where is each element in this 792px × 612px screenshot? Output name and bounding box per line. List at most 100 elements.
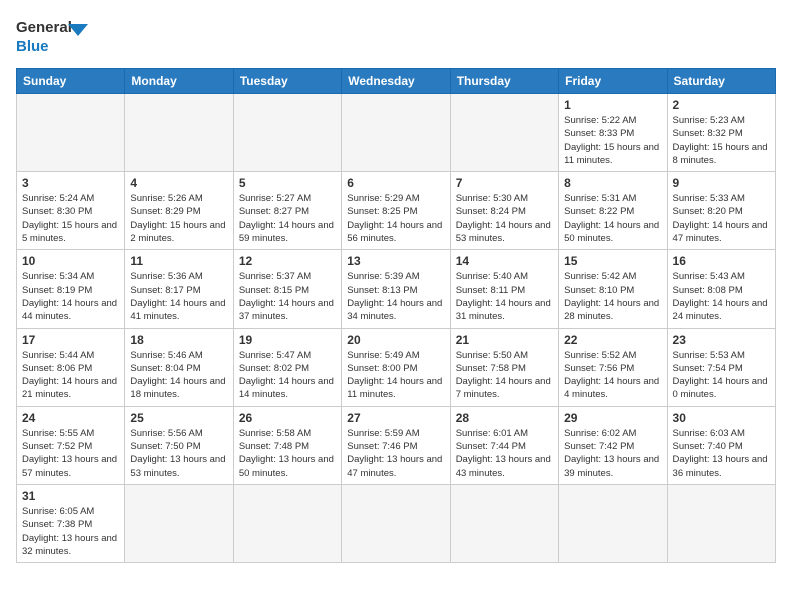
calendar-cell: 9 Sunrise: 5:33 AM Sunset: 8:20 PM Daylig… xyxy=(667,172,775,250)
day-info: Sunrise: 5:23 AM Sunset: 8:32 PM Dayligh… xyxy=(673,114,770,167)
calendar-cell: 29 Sunrise: 6:02 AM Sunset: 7:42 PM Dayli… xyxy=(559,406,667,484)
svg-text:Blue: Blue xyxy=(16,38,49,55)
calendar-cell xyxy=(342,94,450,172)
weekday-header: Friday xyxy=(559,69,667,94)
calendar-cell xyxy=(233,484,341,562)
day-number: 22 xyxy=(564,333,661,347)
day-number: 30 xyxy=(673,411,770,425)
logo: General Blue xyxy=(16,16,96,56)
calendar-cell: 2 Sunrise: 5:23 AM Sunset: 8:32 PM Daylig… xyxy=(667,94,775,172)
day-number: 10 xyxy=(22,254,119,268)
day-number: 3 xyxy=(22,176,119,190)
calendar-cell xyxy=(559,484,667,562)
calendar-cell: 6 Sunrise: 5:29 AM Sunset: 8:25 PM Daylig… xyxy=(342,172,450,250)
weekday-header: Tuesday xyxy=(233,69,341,94)
calendar-cell: 19Sunrise: 5:47 AM Sunset: 8:02 PM Dayli… xyxy=(233,328,341,406)
calendar-week-row: 10Sunrise: 5:34 AM Sunset: 8:19 PM Dayli… xyxy=(17,250,776,328)
calendar-cell xyxy=(233,94,341,172)
calendar-cell: 25Sunrise: 5:56 AM Sunset: 7:50 PM Dayli… xyxy=(125,406,233,484)
day-number: 5 xyxy=(239,176,336,190)
calendar-cell: 14 Sunrise: 5:40 AM Sunset: 8:11 PM Dayli… xyxy=(450,250,558,328)
day-info: Sunrise: 5:59 AM Sunset: 7:46 PM Dayligh… xyxy=(347,427,444,480)
day-info: Sunrise: 5:30 AM Sunset: 8:24 PM Dayligh… xyxy=(456,192,553,245)
day-number: 9 xyxy=(673,176,770,190)
calendar-cell: 8 Sunrise: 5:31 AM Sunset: 8:22 PM Daylig… xyxy=(559,172,667,250)
day-info: Sunrise: 5:39 AM Sunset: 8:13 PM Dayligh… xyxy=(347,270,444,323)
day-number: 20 xyxy=(347,333,444,347)
calendar-cell xyxy=(342,484,450,562)
calendar-cell: 28Sunrise: 6:01 AM Sunset: 7:44 PM Dayli… xyxy=(450,406,558,484)
logo-icon: General Blue xyxy=(16,16,96,56)
weekday-header-row: SundayMondayTuesdayWednesdayThursdayFrid… xyxy=(17,69,776,94)
calendar-cell: 13Sunrise: 5:39 AM Sunset: 8:13 PM Dayli… xyxy=(342,250,450,328)
day-number: 7 xyxy=(456,176,553,190)
calendar-week-row: 24Sunrise: 5:55 AM Sunset: 7:52 PM Dayli… xyxy=(17,406,776,484)
calendar-cell: 12 Sunrise: 5:37 AM Sunset: 8:15 PM Dayli… xyxy=(233,250,341,328)
calendar-cell xyxy=(450,94,558,172)
day-info: Sunrise: 5:33 AM Sunset: 8:20 PM Dayligh… xyxy=(673,192,770,245)
day-number: 6 xyxy=(347,176,444,190)
weekday-header: Thursday xyxy=(450,69,558,94)
day-number: 8 xyxy=(564,176,661,190)
day-number: 29 xyxy=(564,411,661,425)
day-number: 17 xyxy=(22,333,119,347)
weekday-header: Monday xyxy=(125,69,233,94)
calendar-cell xyxy=(125,94,233,172)
calendar-week-row: 31 Sunrise: 6:05 AM Sunset: 7:38 PM Dayli… xyxy=(17,484,776,562)
calendar-cell: 24Sunrise: 5:55 AM Sunset: 7:52 PM Dayli… xyxy=(17,406,125,484)
day-info: Sunrise: 6:03 AM Sunset: 7:40 PM Dayligh… xyxy=(673,427,770,480)
day-number: 31 xyxy=(22,489,119,503)
day-info: Sunrise: 5:31 AM Sunset: 8:22 PM Dayligh… xyxy=(564,192,661,245)
day-info: Sunrise: 5:24 AM Sunset: 8:30 PM Dayligh… xyxy=(22,192,119,245)
day-info: Sunrise: 5:46 AM Sunset: 8:04 PM Dayligh… xyxy=(130,349,227,402)
day-number: 18 xyxy=(130,333,227,347)
calendar-cell: 5 Sunrise: 5:27 AM Sunset: 8:27 PM Daylig… xyxy=(233,172,341,250)
day-info: Sunrise: 5:53 AM Sunset: 7:54 PM Dayligh… xyxy=(673,349,770,402)
day-info: Sunrise: 5:56 AM Sunset: 7:50 PM Dayligh… xyxy=(130,427,227,480)
calendar-cell: 15 Sunrise: 5:42 AM Sunset: 8:10 PM Dayli… xyxy=(559,250,667,328)
day-info: Sunrise: 5:40 AM Sunset: 8:11 PM Dayligh… xyxy=(456,270,553,323)
day-info: Sunrise: 5:47 AM Sunset: 8:02 PM Dayligh… xyxy=(239,349,336,402)
calendar-cell: 16Sunrise: 5:43 AM Sunset: 8:08 PM Dayli… xyxy=(667,250,775,328)
calendar-cell xyxy=(667,484,775,562)
weekday-header: Wednesday xyxy=(342,69,450,94)
day-info: Sunrise: 5:42 AM Sunset: 8:10 PM Dayligh… xyxy=(564,270,661,323)
calendar-cell: 10Sunrise: 5:34 AM Sunset: 8:19 PM Dayli… xyxy=(17,250,125,328)
day-info: Sunrise: 5:49 AM Sunset: 8:00 PM Dayligh… xyxy=(347,349,444,402)
weekday-header: Sunday xyxy=(17,69,125,94)
calendar-cell: 11 Sunrise: 5:36 AM Sunset: 8:17 PM Dayli… xyxy=(125,250,233,328)
day-number: 14 xyxy=(456,254,553,268)
day-info: Sunrise: 5:36 AM Sunset: 8:17 PM Dayligh… xyxy=(130,270,227,323)
day-info: Sunrise: 6:01 AM Sunset: 7:44 PM Dayligh… xyxy=(456,427,553,480)
calendar-cell: 4Sunrise: 5:26 AM Sunset: 8:29 PM Daylig… xyxy=(125,172,233,250)
day-info: Sunrise: 6:02 AM Sunset: 7:42 PM Dayligh… xyxy=(564,427,661,480)
day-number: 2 xyxy=(673,98,770,112)
day-info: Sunrise: 5:26 AM Sunset: 8:29 PM Dayligh… xyxy=(130,192,227,245)
day-number: 23 xyxy=(673,333,770,347)
calendar-cell: 7 Sunrise: 5:30 AM Sunset: 8:24 PM Daylig… xyxy=(450,172,558,250)
day-info: Sunrise: 5:29 AM Sunset: 8:25 PM Dayligh… xyxy=(347,192,444,245)
page-header: General Blue xyxy=(16,16,776,56)
calendar-cell xyxy=(17,94,125,172)
day-number: 1 xyxy=(564,98,661,112)
calendar-cell: 3 Sunrise: 5:24 AM Sunset: 8:30 PM Daylig… xyxy=(17,172,125,250)
day-number: 16 xyxy=(673,254,770,268)
day-info: Sunrise: 5:22 AM Sunset: 8:33 PM Dayligh… xyxy=(564,114,661,167)
day-info: Sunrise: 5:27 AM Sunset: 8:27 PM Dayligh… xyxy=(239,192,336,245)
calendar-cell: 21Sunrise: 5:50 AM Sunset: 7:58 PM Dayli… xyxy=(450,328,558,406)
day-info: Sunrise: 5:37 AM Sunset: 8:15 PM Dayligh… xyxy=(239,270,336,323)
svg-text:General: General xyxy=(16,19,72,36)
day-info: Sunrise: 5:58 AM Sunset: 7:48 PM Dayligh… xyxy=(239,427,336,480)
day-number: 15 xyxy=(564,254,661,268)
day-info: Sunrise: 6:05 AM Sunset: 7:38 PM Dayligh… xyxy=(22,505,119,558)
day-number: 12 xyxy=(239,254,336,268)
weekday-header: Saturday xyxy=(667,69,775,94)
calendar-cell xyxy=(125,484,233,562)
calendar-cell: 30 Sunrise: 6:03 AM Sunset: 7:40 PM Dayli… xyxy=(667,406,775,484)
day-info: Sunrise: 5:50 AM Sunset: 7:58 PM Dayligh… xyxy=(456,349,553,402)
calendar-cell: 20 Sunrise: 5:49 AM Sunset: 8:00 PM Dayli… xyxy=(342,328,450,406)
day-number: 24 xyxy=(22,411,119,425)
calendar-cell: 1 Sunrise: 5:22 AM Sunset: 8:33 PM Daylig… xyxy=(559,94,667,172)
day-number: 11 xyxy=(130,254,227,268)
calendar-week-row: 1 Sunrise: 5:22 AM Sunset: 8:33 PM Daylig… xyxy=(17,94,776,172)
